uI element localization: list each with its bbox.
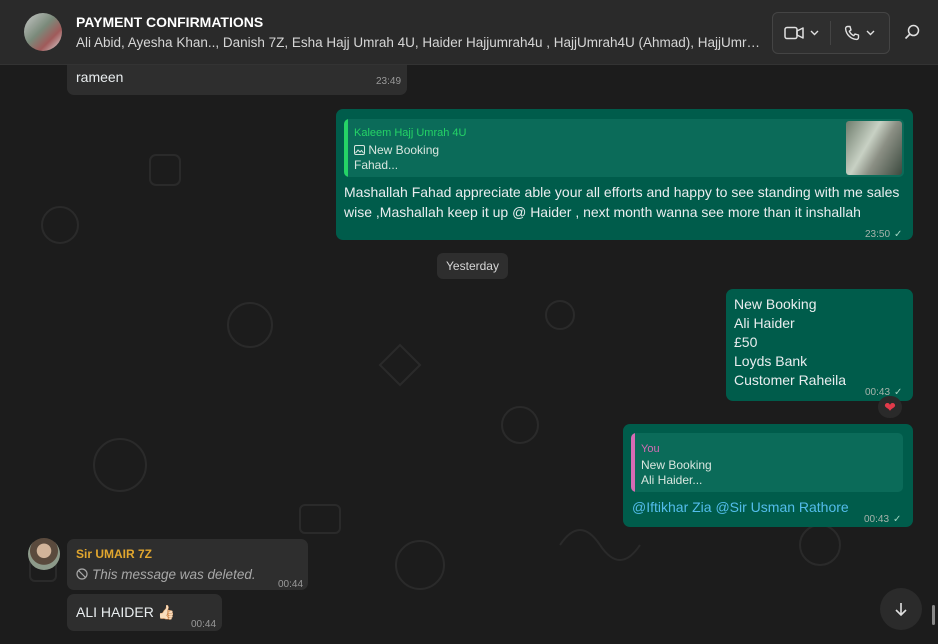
deleted-message: This message was deleted. (76, 565, 256, 584)
call-button-group (772, 12, 890, 54)
chat-header: PAYMENT CONFIRMATIONS Ali Abid, Ayesha K… (0, 0, 938, 65)
message-line: Customer Raheila (734, 372, 847, 388)
time-text: 23:50 (865, 229, 891, 240)
quoted-message[interactable]: You New Booking Ali Haider... (631, 433, 903, 492)
scrollbar-thumb[interactable] (932, 605, 935, 625)
message-text: rameen (76, 69, 124, 85)
search-button[interactable] (896, 16, 928, 48)
group-avatar[interactable] (24, 13, 62, 51)
message-text: New Booking Ali Haider £50 Loyds Bank Cu… (734, 295, 846, 390)
quote-bar (344, 119, 348, 177)
reaction-heart[interactable]: ❤ (878, 396, 902, 418)
check-icon: ✓ (893, 514, 902, 525)
message-bubble[interactable]: Sir UMAIR 7Z This message was deleted. 0… (67, 539, 308, 590)
message-bubble[interactable]: ALI HAIDER 👍🏻 00:44 (67, 594, 222, 631)
image-icon (354, 145, 365, 155)
message-bubble[interactable]: New Booking Ali Haider £50 Loyds Bank Cu… (726, 289, 913, 401)
sender-avatar[interactable] (28, 538, 60, 570)
date-separator: Yesterday (437, 253, 508, 279)
quoted-message[interactable]: Kaleem Hajj Umrah 4U New Booking Fahad..… (344, 119, 904, 177)
search-icon (904, 24, 920, 40)
message-time: 00:44 (278, 579, 304, 590)
message-time: 23:49 (376, 76, 402, 87)
message-line: £50 (734, 334, 758, 350)
message-time: 00:44 (191, 619, 217, 630)
message-line: Loyds Bank (734, 353, 808, 369)
message-list[interactable]: rameen 23:49 Kaleem Hajj Umrah 4U New Bo… (0, 65, 938, 644)
phone-icon (844, 25, 860, 41)
message-line: Ali Haider (734, 315, 795, 331)
time-text: 00:43 (864, 514, 890, 525)
quote-line: Fahad... (354, 158, 399, 172)
blocked-icon (76, 568, 88, 580)
deleted-text: This message was deleted. (92, 567, 256, 582)
message-text: Mashallah Fahad appreciate able your all… (344, 184, 900, 220)
quote-thumbnail[interactable] (846, 121, 902, 175)
quote-line: Ali Haider... (641, 473, 703, 487)
chevron-down-icon (810, 30, 819, 36)
message-line: New Booking (734, 296, 817, 312)
quote-bar (631, 433, 635, 492)
chevron-down-icon (866, 30, 875, 36)
message-time: 23:50 ✓ (865, 225, 902, 244)
check-icon: ✓ (894, 229, 903, 240)
voice-call-button[interactable] (831, 13, 888, 53)
message-bubble[interactable]: You New Booking Ali Haider... @Iftikhar … (623, 424, 913, 527)
message-text: ALI HAIDER 👍🏻 (76, 604, 176, 620)
arrow-down-icon (895, 603, 907, 617)
participants-list[interactable]: Ali Abid, Ayesha Khan.., Danish 7Z, Esha… (76, 35, 766, 50)
message-bubble[interactable]: Kaleem Hajj Umrah 4U New Booking Fahad..… (336, 109, 913, 240)
sender-name[interactable]: Sir UMAIR 7Z (76, 545, 152, 564)
message-bubble[interactable]: rameen 23:49 (67, 65, 407, 95)
message-time: 00:43 ✓ (864, 510, 901, 529)
video-call-button[interactable] (773, 13, 830, 53)
video-call-icon (784, 26, 804, 40)
quote-line-text: New Booking (368, 143, 440, 157)
scroll-to-bottom-button[interactable] (880, 588, 922, 630)
message-text[interactable]: @Iftikhar Zia @Sir Usman Rathore (632, 498, 849, 517)
chat-title[interactable]: PAYMENT CONFIRMATIONS (76, 14, 263, 30)
